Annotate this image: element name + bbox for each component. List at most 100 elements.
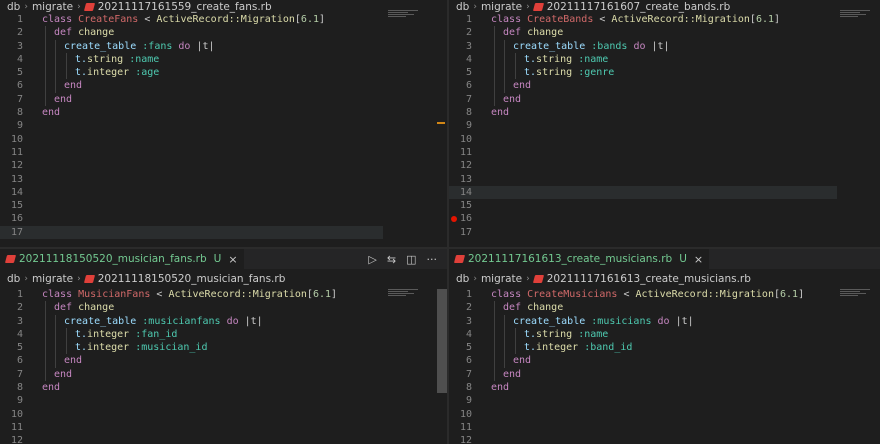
code-line[interactable]: 15: [0, 199, 447, 212]
code-line[interactable]: 12: [0, 159, 447, 172]
split-editor-icon[interactable]: ◫: [406, 253, 416, 266]
breadcrumb-migrate[interactable]: migrate: [32, 1, 73, 13]
close-icon[interactable]: ×: [694, 253, 703, 266]
code-line[interactable]: 3 create_table :musicianfans do |t|: [0, 314, 447, 328]
indent-guide: [66, 327, 67, 342]
code-line[interactable]: 17: [449, 226, 880, 239]
code-line[interactable]: 14: [0, 186, 447, 199]
breadcrumb-db[interactable]: db: [456, 1, 469, 13]
code-line[interactable]: 10: [449, 133, 880, 146]
breadcrumb-db[interactable]: db: [7, 273, 20, 285]
code-line[interactable]: 1 class CreateMusicians < ActiveRecord::M…: [449, 288, 880, 301]
code-line[interactable]: 10: [0, 133, 447, 146]
breadcrumb-file[interactable]: 20211117161613_create_musicians.rb: [547, 273, 751, 285]
breadcrumb-file[interactable]: 20211118150520_musician_fans.rb: [98, 273, 286, 285]
code-line[interactable]: 8 end: [0, 106, 447, 119]
code-editor[interactable]: 1 class CreateBands < ActiveRecord::Migra…: [449, 13, 880, 239]
code-text: end: [54, 368, 72, 381]
code-line[interactable]: 3 create_table :musicians do |t|: [449, 314, 880, 328]
code-line[interactable]: 2 def change: [449, 26, 880, 40]
code-editor[interactable]: 1 class CreateFans < ActiveRecord::Migrat…: [0, 13, 447, 240]
code-line[interactable]: 7 end: [0, 367, 447, 382]
pane-divider-horizontal[interactable]: [0, 247, 880, 249]
code-line[interactable]: 8 end: [0, 381, 447, 394]
code-token: :band_id: [584, 342, 633, 354]
code-line[interactable]: 12: [449, 159, 880, 172]
tab-create-musicians[interactable]: 20211117161613_create_musicians.rb U ×: [449, 249, 710, 269]
line-number: 7: [465, 93, 472, 105]
code-line[interactable]: 3 create_table :bands do |t|: [449, 39, 880, 53]
code-line[interactable]: 13: [0, 173, 447, 186]
code-line[interactable]: 5 t.string :genre: [449, 66, 880, 80]
code-line[interactable]: 14: [449, 185, 837, 200]
code-line[interactable]: 5 t.integer :musician_id: [0, 341, 447, 355]
code-line[interactable]: 7 end: [0, 92, 447, 107]
code-token: :name: [129, 53, 160, 65]
code-line[interactable]: 13: [449, 173, 880, 186]
code-line[interactable]: 2 def change: [449, 301, 880, 315]
more-actions-icon[interactable]: ···: [427, 253, 438, 266]
code-line[interactable]: 8 end: [449, 106, 880, 119]
line-number: 15: [10, 200, 23, 212]
code-line[interactable]: 5 t.integer :age: [0, 66, 447, 80]
line-number: 1: [16, 14, 23, 25]
code-line[interactable]: 10: [449, 408, 880, 421]
code-line[interactable]: 8 end: [449, 381, 880, 394]
code-line[interactable]: 12: [449, 434, 880, 444]
code-editor[interactable]: 1 class CreateMusicians < ActiveRecord::M…: [449, 288, 880, 444]
code-line[interactable]: 1 class CreateBands < ActiveRecord::Migra…: [449, 13, 880, 26]
code-line[interactable]: 1 class MusicianFans < ActiveRecord::Migr…: [0, 288, 447, 301]
code-line[interactable]: 17: [0, 225, 383, 240]
code-line[interactable]: 9: [0, 394, 447, 407]
minimap[interactable]: [840, 289, 880, 299]
breadcrumb-file[interactable]: 20211117161607_create_bands.rb: [547, 1, 731, 13]
code-line[interactable]: 1 class CreateFans < ActiveRecord::Migrat…: [0, 13, 447, 26]
breadcrumb-migrate[interactable]: migrate: [481, 1, 522, 13]
code-editor[interactable]: 1 class MusicianFans < ActiveRecord::Migr…: [0, 288, 447, 444]
minimap[interactable]: [388, 289, 436, 299]
code-line[interactable]: 9: [449, 394, 880, 407]
code-line[interactable]: 7 end: [449, 92, 880, 107]
breadcrumb-file[interactable]: 20211117161559_create_fans.rb: [98, 1, 272, 13]
code-line[interactable]: 2 def change: [0, 26, 447, 40]
pane-divider-vertical[interactable]: [447, 0, 449, 444]
code-line[interactable]: 4 t.string :name: [0, 52, 447, 67]
code-line[interactable]: 6 end: [0, 354, 447, 368]
line-number: 7: [16, 93, 23, 105]
code-line[interactable]: 6 end: [0, 79, 447, 93]
code-line[interactable]: 12: [0, 434, 447, 444]
code-line[interactable]: 9: [0, 119, 447, 132]
code-line[interactable]: 4 t.string :name: [449, 327, 880, 342]
breadcrumb-db[interactable]: db: [7, 1, 20, 13]
code-line[interactable]: 11: [0, 421, 447, 434]
code-line[interactable]: 5 t.integer :band_id: [449, 341, 880, 355]
code-line[interactable]: 7 end: [449, 367, 880, 382]
code-line[interactable]: 6 end: [449, 354, 880, 368]
minimap[interactable]: [840, 10, 880, 20]
code-line[interactable]: 11: [0, 146, 447, 159]
line-number: 17: [10, 226, 23, 238]
code-line[interactable]: 10: [0, 408, 447, 421]
code-line[interactable]: 11: [449, 146, 880, 159]
code-line[interactable]: 11: [449, 421, 880, 434]
code-line[interactable]: 16: [449, 212, 880, 225]
code-text: t.integer :musician_id: [75, 341, 207, 354]
breadcrumb-migrate[interactable]: migrate: [481, 273, 522, 285]
breadcrumb-migrate[interactable]: migrate: [32, 273, 73, 285]
code-line[interactable]: 2 def change: [0, 301, 447, 315]
breakpoint-icon[interactable]: [451, 216, 457, 222]
run-icon[interactable]: ▷: [368, 253, 376, 266]
code-line[interactable]: 4 t.string :name: [449, 52, 880, 67]
vertical-scrollbar[interactable]: [437, 289, 447, 393]
compare-changes-icon[interactable]: ⇆: [387, 253, 396, 266]
code-line[interactable]: 6 end: [449, 79, 880, 93]
code-line[interactable]: 16: [0, 212, 447, 225]
close-icon[interactable]: ×: [228, 253, 237, 266]
tab-musician-fans[interactable]: 20211118150520_musician_fans.rb U ×: [0, 249, 244, 269]
minimap[interactable]: [388, 10, 436, 20]
breadcrumb-db[interactable]: db: [456, 273, 469, 285]
code-line[interactable]: 3 create_table :fans do |t|: [0, 39, 447, 53]
code-line[interactable]: 15: [449, 199, 880, 212]
code-line[interactable]: 9: [449, 119, 880, 132]
code-line[interactable]: 4 t.integer :fan_id: [0, 327, 447, 342]
